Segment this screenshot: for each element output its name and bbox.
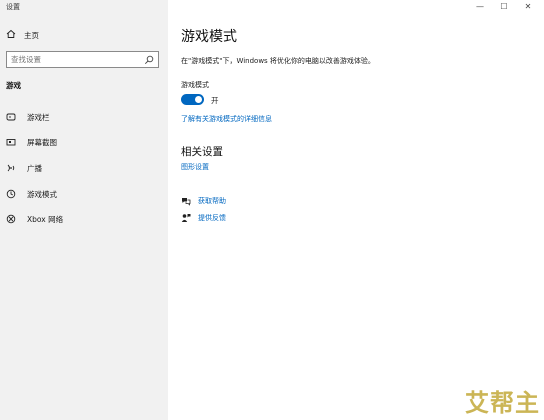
xbox-icon <box>6 214 16 224</box>
broadcasting-icon <box>6 163 16 173</box>
feedback-icon <box>181 213 191 223</box>
sidebar-item-label: 屏幕截图 <box>27 137 57 147</box>
page-title: 游戏模式 <box>181 29 237 45</box>
graphics-settings-link[interactable]: 图形设置 <box>181 162 209 172</box>
related-settings-heading: 相关设置 <box>181 146 223 158</box>
minimize-button[interactable]: — <box>468 0 492 12</box>
watermark: 艾帮主 <box>465 389 540 417</box>
page-description: 在"游戏模式"下，Windows 将优化你的电脑以改善游戏体验。 <box>181 57 375 65</box>
toggle-knob <box>195 96 202 103</box>
sidebar-item-game-bar[interactable]: 游戏栏 <box>0 106 168 128</box>
search-icon[interactable] <box>144 55 154 65</box>
learn-more-link[interactable]: 了解有关游戏模式的详细信息 <box>181 114 272 124</box>
sidebar-item-game-mode[interactable]: 游戏模式 <box>0 183 168 205</box>
close-button[interactable]: ✕ <box>516 0 540 12</box>
sidebar-item-label: 游戏栏 <box>27 112 50 122</box>
game-mode-icon <box>6 189 16 199</box>
sidebar-item-label: 游戏模式 <box>27 189 57 199</box>
game-mode-toggle[interactable] <box>181 94 204 105</box>
sidebar-item-label: Xbox 网络 <box>27 214 64 224</box>
give-feedback-link[interactable]: 提供反馈 <box>198 213 226 223</box>
main-panel: — ☐ ✕ 游戏模式 在"游戏模式"下，Windows 将优化你的电脑以改善游戏… <box>168 0 544 420</box>
sidebar-section-label: 游戏 <box>6 81 21 90</box>
window-controls: — ☐ ✕ <box>468 0 540 12</box>
game-bar-icon <box>6 112 16 122</box>
feedback-row[interactable]: 提供反馈 <box>181 213 226 223</box>
toggle-state-text: 开 <box>211 96 219 105</box>
sidebar-item-label: 广播 <box>27 163 42 173</box>
sidebar-item-home[interactable]: 主页 <box>0 25 168 45</box>
sidebar-item-xbox[interactable]: Xbox 网络 <box>0 208 168 230</box>
sidebar: 设置 主页 游戏 游戏栏 屏幕截图 广播 游戏模式 <box>0 0 168 420</box>
window-title: 设置 <box>6 3 20 11</box>
game-mode-toggle-label: 游戏模式 <box>181 81 209 89</box>
help-chat-icon <box>181 196 191 206</box>
sidebar-item-captures[interactable]: 屏幕截图 <box>0 131 168 153</box>
sidebar-item-broadcasting[interactable]: 广播 <box>0 157 168 179</box>
maximize-button[interactable]: ☐ <box>492 0 516 12</box>
get-help-link[interactable]: 获取帮助 <box>198 196 226 206</box>
sidebar-home-label: 主页 <box>24 30 39 40</box>
home-icon <box>6 29 16 42</box>
captures-icon <box>6 137 16 147</box>
search-box[interactable] <box>6 51 159 68</box>
get-help-row[interactable]: 获取帮助 <box>181 196 226 206</box>
search-input[interactable] <box>11 55 144 64</box>
